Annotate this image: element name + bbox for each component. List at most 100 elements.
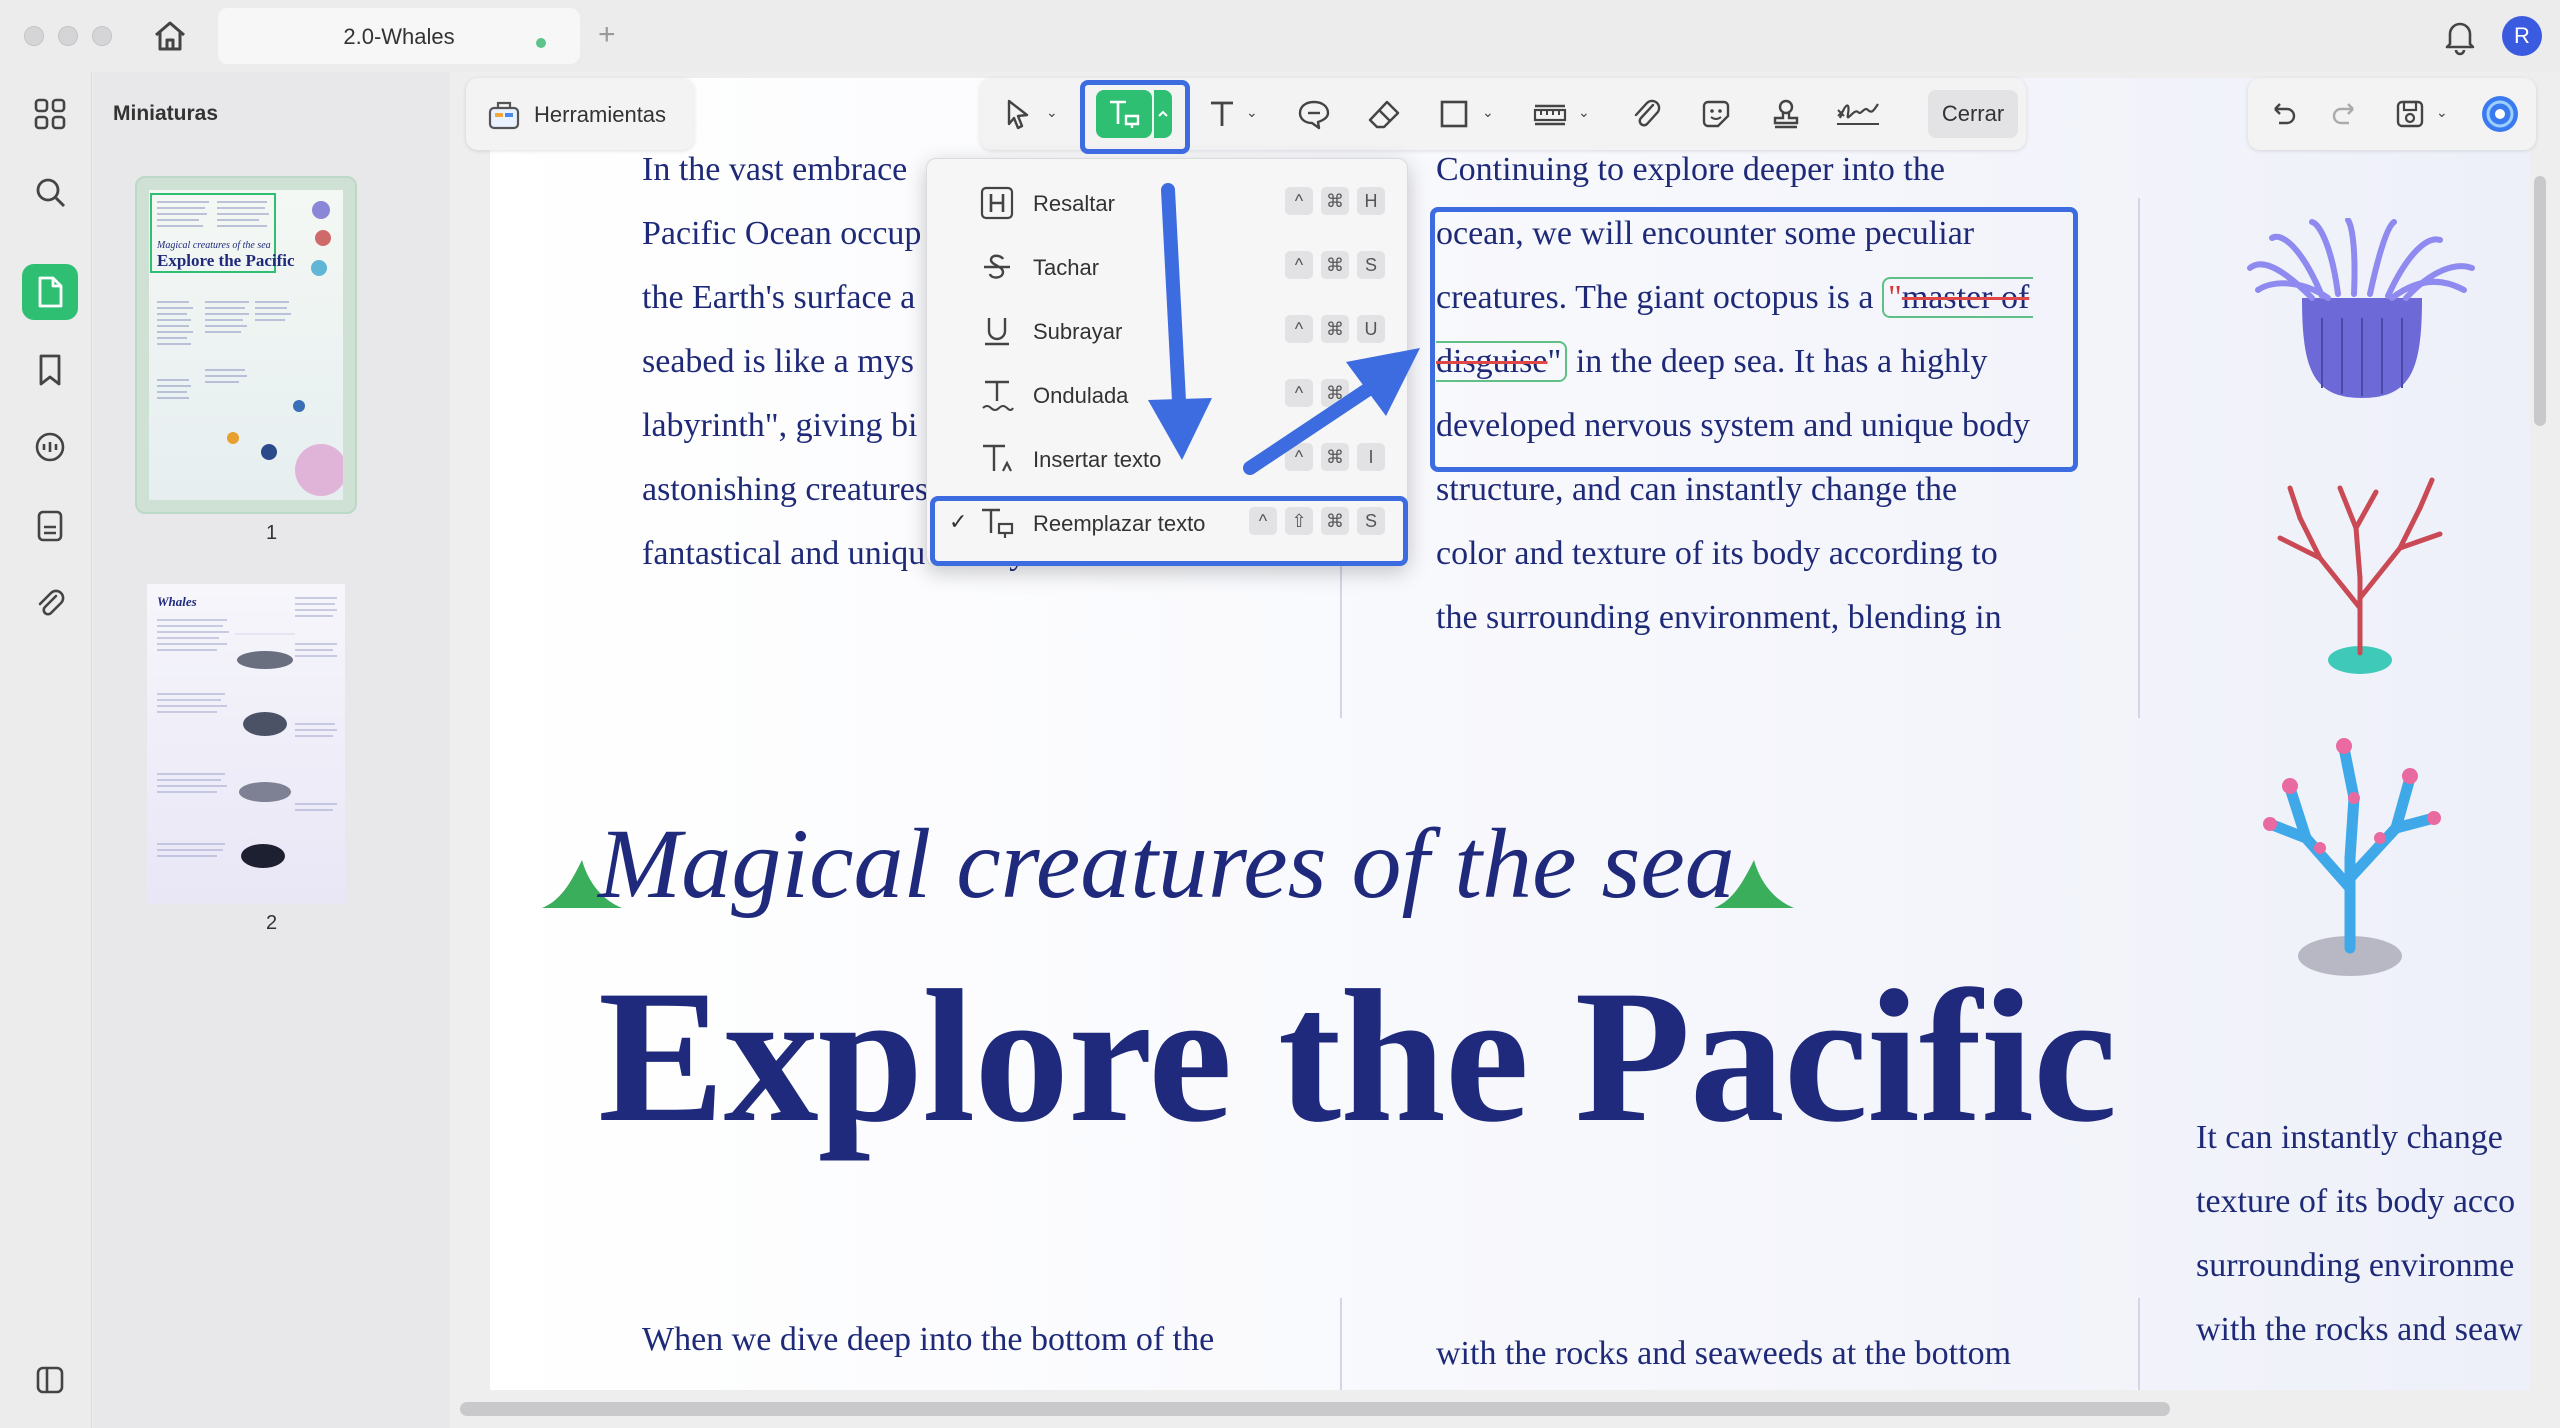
menu-item-label: Subrayar xyxy=(1033,319,1123,344)
menu-item-label: Resaltar xyxy=(1033,191,1115,216)
strikethrough-text: disguise xyxy=(1436,343,1548,380)
tools-label: Herramientas xyxy=(534,102,667,127)
thumbnails-panel: Miniaturas Magical creatures of the sea … xyxy=(93,72,450,1428)
measure-icon[interactable] xyxy=(1530,94,1570,134)
squiggly-icon xyxy=(979,377,1015,413)
sticker-icon[interactable] xyxy=(1696,94,1736,134)
vertical-scrollbar[interactable] xyxy=(2534,176,2546,426)
stamp-icon[interactable] xyxy=(1766,94,1806,134)
annotation-toolbar: ⌄ ⌄ ⌄ ⌄ Cerrar xyxy=(980,78,2026,150)
highlight-icon xyxy=(979,185,1015,221)
script-title: Magical creatures of the sea. xyxy=(598,808,1760,919)
search-icon[interactable] xyxy=(22,164,78,220)
chevron-down-icon[interactable]: ⌄ xyxy=(1578,104,1590,121)
attachment-icon[interactable] xyxy=(22,576,78,632)
panel-title: Miniaturas xyxy=(113,102,219,125)
menu-item-label: Reemplazar texto xyxy=(1033,511,1206,536)
new-tab-icon[interactable]: + xyxy=(598,18,616,52)
window-close-button[interactable] xyxy=(24,26,44,46)
grid-icon[interactable] xyxy=(22,86,78,142)
document-tab[interactable]: 2.0-Whales xyxy=(218,8,580,64)
text-line: ocean, we will encounter some peculiar xyxy=(1436,215,1975,252)
chevron-down-icon[interactable]: ⌄ xyxy=(2436,104,2448,121)
replace-text-icon[interactable] xyxy=(1096,90,1152,138)
shortcut-key: ⌘ xyxy=(1321,507,1349,535)
comment-icon[interactable] xyxy=(22,420,78,476)
strikethrough-icon xyxy=(979,249,1015,285)
thumbnail-page-2[interactable]: Whales xyxy=(135,572,357,904)
select-cursor-icon[interactable] xyxy=(998,94,1038,134)
chevron-down-icon[interactable]: ⌄ xyxy=(1482,104,1494,121)
text-line: with the rocks and seaw xyxy=(2196,1311,2523,1348)
text-run: in the deep sea. It has a highly xyxy=(1567,343,1988,380)
paragraph-col2: Continuing to explore deeper into the oc… xyxy=(1436,138,2034,650)
save-icon[interactable] xyxy=(2390,94,2430,134)
page-title: Explore the Pacific xyxy=(598,952,2117,1162)
column-divider xyxy=(2138,198,2140,718)
text-line: surrounding environme xyxy=(2196,1247,2515,1284)
horizontal-scrollbar[interactable] xyxy=(460,1402,2170,1416)
anemone-image xyxy=(2242,217,2482,413)
check-icon: ✓ xyxy=(949,509,968,534)
eraser-icon[interactable] xyxy=(1364,94,1404,134)
annotation-arrows xyxy=(1148,183,1420,475)
redo-icon[interactable] xyxy=(2326,94,2366,134)
text-icon[interactable] xyxy=(1202,94,1242,134)
thumbnail-page-1[interactable]: Magical creatures of the sea Explore the… xyxy=(135,176,357,514)
paperclip-icon[interactable] xyxy=(1626,94,1666,134)
quote-mark: " xyxy=(1887,279,1902,316)
text-line: with the rocks and seaweeds at the botto… xyxy=(1436,1335,2012,1372)
text-line: the surrounding environment, blending in xyxy=(1436,599,2002,636)
text-run: creatures. The giant octopus is a xyxy=(1436,279,1882,316)
chevron-up-icon[interactable] xyxy=(1154,90,1172,138)
pages-icon[interactable] xyxy=(22,264,78,320)
strikethrough-text: master of xyxy=(1901,279,2030,316)
collapse-icon[interactable] xyxy=(22,1352,78,1408)
quote-mark: " xyxy=(1547,343,1562,380)
undo-icon[interactable] xyxy=(2262,94,2302,134)
window-zoom-button[interactable] xyxy=(92,26,112,46)
replace-annotation-start[interactable]: "master of xyxy=(1881,277,2034,318)
bookmark-icon[interactable] xyxy=(22,342,78,398)
thumbnail-2-preview: Whales xyxy=(157,594,337,868)
chevron-down-icon[interactable]: ⌄ xyxy=(1246,104,1258,121)
ai-assistant-icon[interactable] xyxy=(2478,94,2522,134)
red-coral-image xyxy=(2260,468,2460,683)
text-line: texture of its body acco xyxy=(2196,1183,2516,1220)
bell-icon[interactable] xyxy=(2442,16,2478,56)
menu-item-label: Tachar xyxy=(1033,255,1100,280)
pdf-page: In the vast embrace Pacific Ocean occup … xyxy=(490,78,2530,1390)
comment-icon[interactable] xyxy=(1294,94,1334,134)
shortcut-key: ⇧ xyxy=(1285,507,1313,535)
text-line: structure, and can instantly change the xyxy=(1436,471,1958,508)
thumbnail-1-number: 1 xyxy=(265,522,278,544)
replace-annotation-end[interactable]: disguise" xyxy=(1436,341,1568,382)
text-line: color and texture of its body according … xyxy=(1436,535,1998,572)
text-line: When we dive deep into the bottom of the xyxy=(642,1321,1215,1358)
text-line: It can instantly change xyxy=(2196,1119,2503,1156)
rectangle-icon[interactable] xyxy=(1434,94,1474,134)
text-line: creatures. The giant octopus is a "maste… xyxy=(1436,266,2034,330)
replace-text-icon xyxy=(979,505,1015,541)
close-button[interactable]: Cerrar xyxy=(1928,90,2018,138)
chevron-down-icon[interactable]: ⌄ xyxy=(1046,104,1058,121)
menu-item-reemplazar-texto[interactable]: ✓ Reemplazar texto ^ ⇧ ⌘ S xyxy=(927,491,1409,553)
text-line: developed nervous system and unique body xyxy=(1436,407,2030,444)
tools-button[interactable]: Herramientas xyxy=(466,78,694,150)
forms-icon[interactable] xyxy=(22,498,78,554)
thumbnail-1-subtitle: Magical creatures of the sea xyxy=(156,240,271,251)
unsaved-dot-icon xyxy=(536,38,546,48)
shortcut-key: S xyxy=(1357,507,1385,535)
thumbnail-1-preview: Magical creatures of the sea Explore the… xyxy=(150,193,343,496)
leaf-right-icon xyxy=(1714,860,1794,915)
avatar[interactable]: R xyxy=(2502,16,2542,56)
signature-icon[interactable] xyxy=(1832,94,1884,134)
left-rail xyxy=(0,72,92,1428)
home-icon[interactable] xyxy=(150,18,190,54)
column-divider xyxy=(2138,1298,2140,1390)
title-bar: 2.0-Whales + R xyxy=(0,0,2560,72)
thumbnail-2-title: Whales xyxy=(157,594,197,609)
window-minimize-button[interactable] xyxy=(58,26,78,46)
column-divider xyxy=(1340,1298,1342,1390)
right-toolbar: ⌄ xyxy=(2248,78,2536,150)
